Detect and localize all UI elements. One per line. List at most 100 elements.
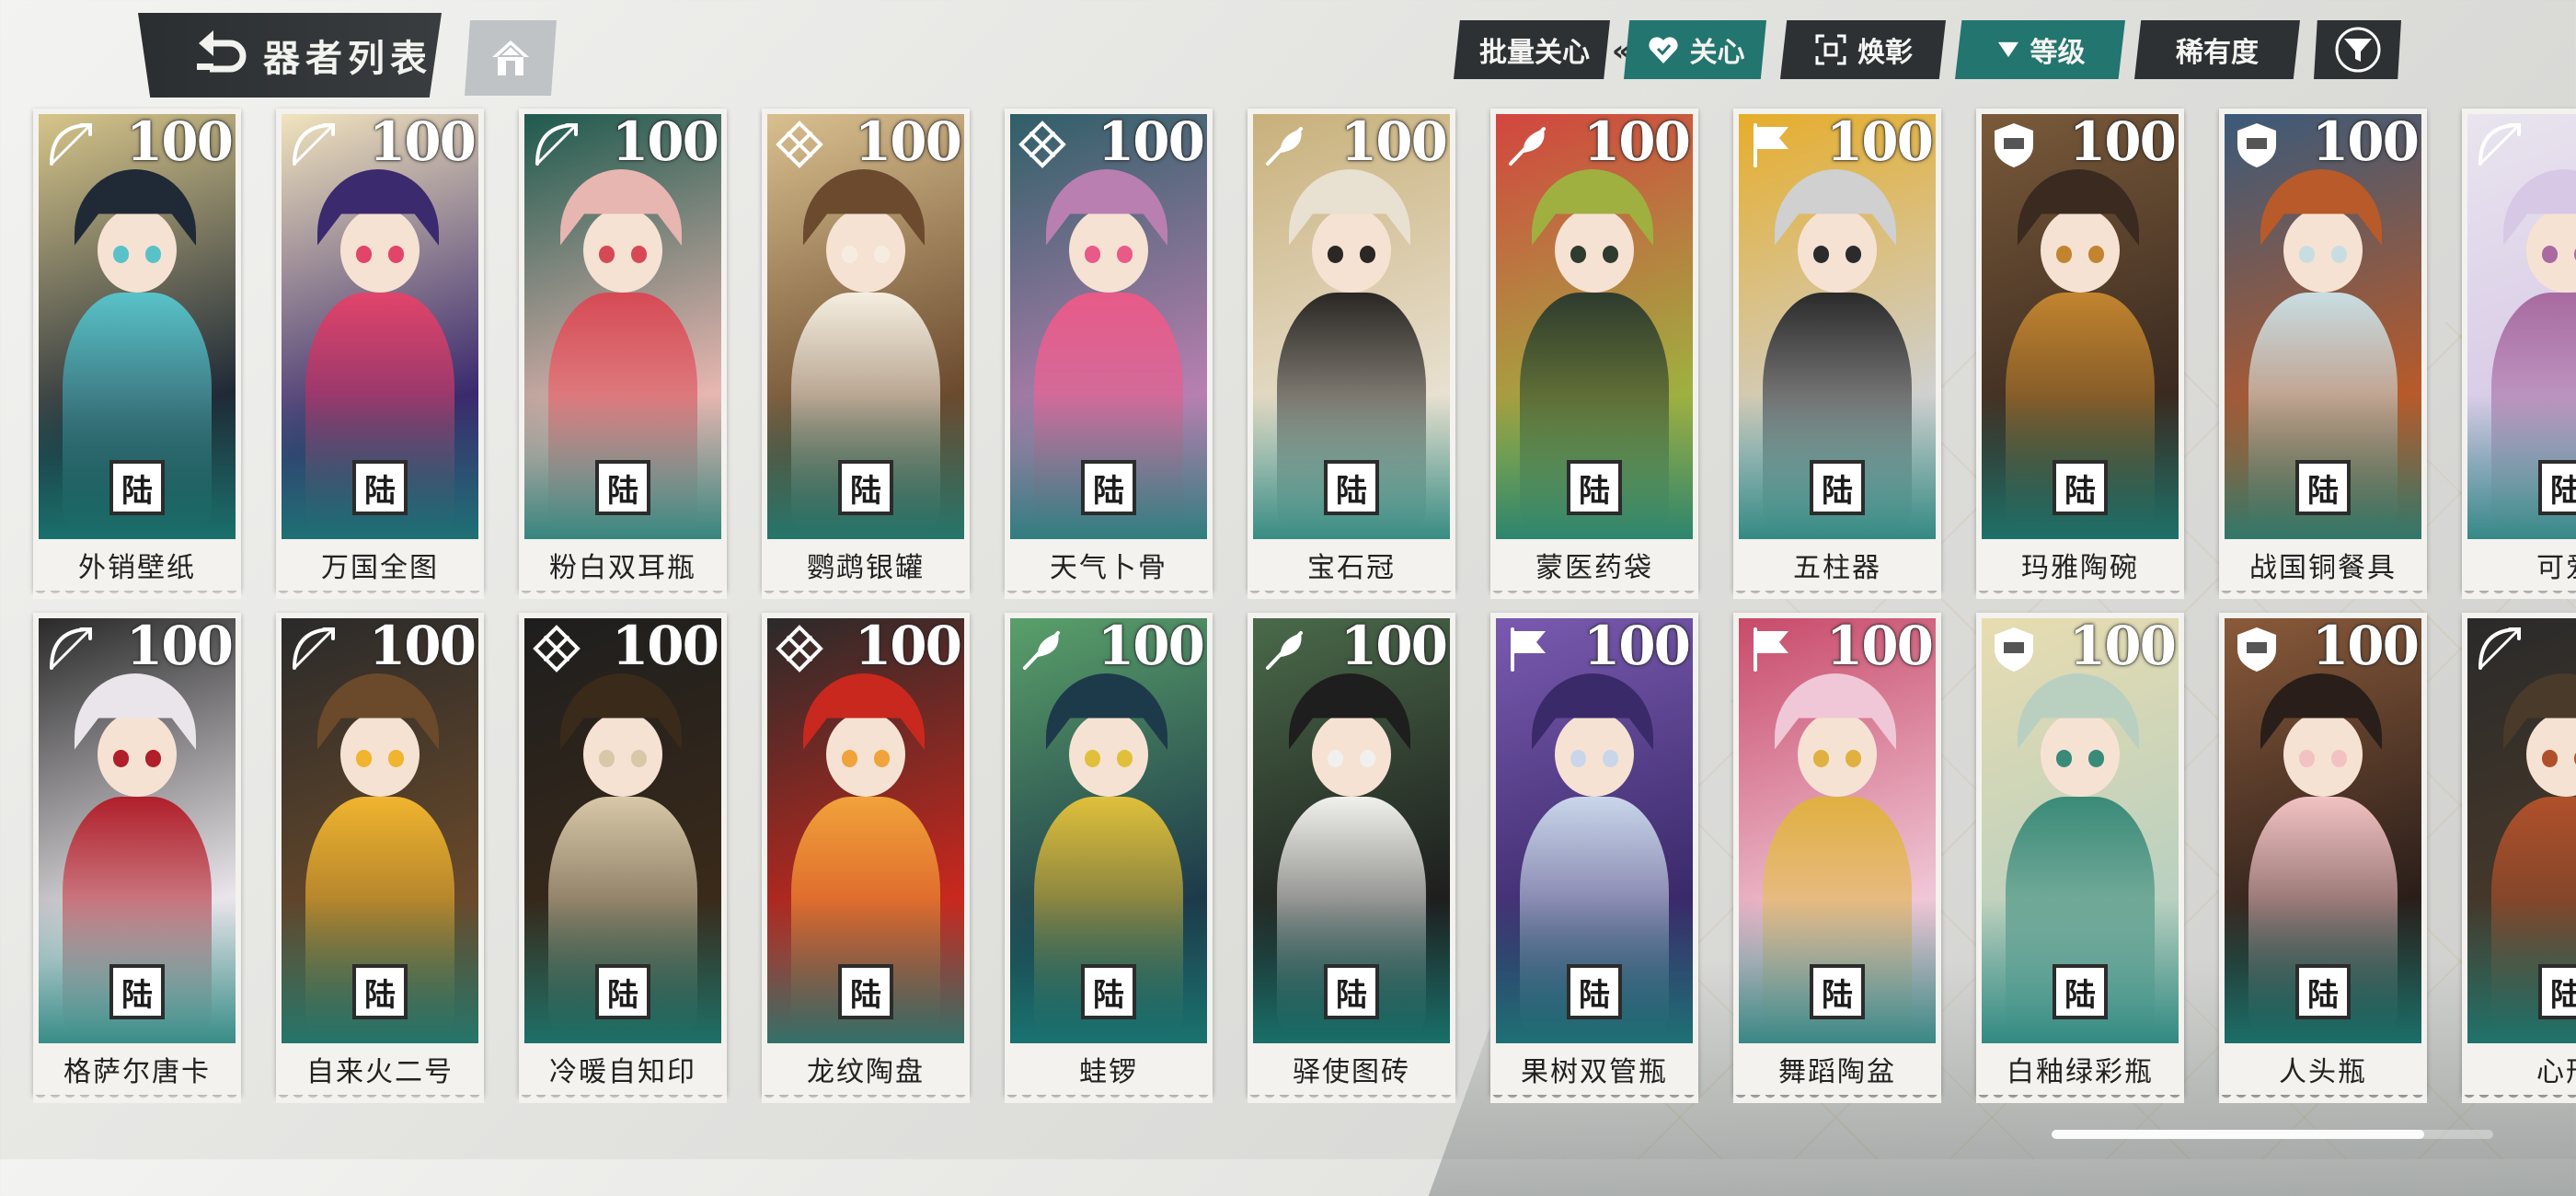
grade-seal: 陆 bbox=[1810, 964, 1865, 1019]
stamp-edge bbox=[762, 588, 970, 599]
grade-seal: 陆 bbox=[1810, 460, 1865, 515]
stamp-edge bbox=[519, 1092, 727, 1103]
grade-seal: 陆 bbox=[595, 964, 650, 1019]
vessel-card[interactable]: 100 陆 人头瓶 bbox=[2219, 613, 2427, 1103]
back-button[interactable]: 器者列表 bbox=[138, 13, 442, 98]
vessel-card[interactable]: 陆 心形 bbox=[2462, 613, 2576, 1103]
flag-icon bbox=[1754, 123, 1788, 167]
grade-seal: 陆 bbox=[1081, 964, 1136, 1019]
bow-icon bbox=[50, 123, 92, 166]
level-value: 100 bbox=[854, 110, 962, 173]
vessel-card[interactable]: 陆 可爱 bbox=[2462, 109, 2576, 599]
stamp-edge bbox=[1733, 588, 1941, 599]
vessel-card[interactable]: 100 陆 冷暖自知印 bbox=[519, 613, 727, 1103]
horizontal-scrollbar[interactable] bbox=[2052, 1130, 2493, 1139]
vessel-card[interactable]: 100 陆 自来火二号 bbox=[276, 613, 484, 1103]
top-bar: 器者列表 批量关心 « 关心 焕彰 等级 稀有度 bbox=[0, 0, 2576, 101]
care-button[interactable]: 关心 bbox=[1624, 20, 1766, 79]
grade-seal: 陆 bbox=[595, 460, 650, 515]
bow-icon bbox=[293, 627, 335, 670]
vessel-card[interactable]: 100 陆 玛雅陶碗 bbox=[1976, 109, 2184, 599]
vessel-name: 玛雅陶碗 bbox=[2021, 552, 2139, 584]
level-value: 100 bbox=[611, 110, 719, 173]
sort-rarity-button[interactable]: 稀有度 bbox=[2134, 20, 2300, 79]
vessel-name: 心形 bbox=[2536, 1056, 2576, 1088]
shield-icon bbox=[2237, 627, 2276, 672]
level-value: 100 bbox=[1097, 615, 1205, 677]
vessel-name: 万国全图 bbox=[321, 552, 439, 584]
triangle-down-icon bbox=[1997, 41, 2018, 58]
vessel-name: 天气卜骨 bbox=[1050, 552, 1167, 584]
stamp-edge bbox=[762, 1092, 970, 1103]
huanzhang-button[interactable]: 焕彰 bbox=[1780, 20, 1946, 79]
grade-seal: 陆 bbox=[2538, 460, 2576, 515]
stamp-edge bbox=[1005, 1092, 1213, 1103]
feather-icon bbox=[1023, 631, 1060, 670]
sort-level-button[interactable]: 等级 bbox=[1955, 20, 2125, 79]
grade-seal: 陆 bbox=[2295, 964, 2351, 1019]
vessel-name: 龙纹陶盘 bbox=[807, 1056, 925, 1088]
knot-icon bbox=[533, 625, 581, 673]
shield-icon bbox=[1995, 627, 2033, 672]
vessel-name: 战国铜餐具 bbox=[2249, 552, 2397, 584]
frame-icon bbox=[1815, 34, 1846, 65]
vessel-card[interactable]: 100 陆 鹦鹉银罐 bbox=[762, 109, 970, 599]
page-title: 器者列表 bbox=[263, 38, 432, 80]
stamp-edge bbox=[1248, 1092, 1455, 1103]
vessel-name: 可爱 bbox=[2536, 552, 2576, 584]
vessel-card[interactable]: 100 陆 龙纹陶盘 bbox=[762, 613, 970, 1103]
grade-seal: 陆 bbox=[1081, 460, 1136, 515]
stamp-edge bbox=[1248, 588, 1455, 599]
vessel-card[interactable]: 100 陆 外销壁纸 bbox=[33, 109, 241, 599]
flag-icon bbox=[1754, 627, 1788, 672]
batch-care-button[interactable]: 批量关心 bbox=[1454, 20, 1610, 79]
level-value: 100 bbox=[854, 615, 962, 677]
stamp-edge bbox=[1490, 588, 1698, 599]
vessel-name: 果树双管瓶 bbox=[1521, 1056, 1668, 1088]
vessel-card[interactable]: 100 陆 万国全图 bbox=[276, 109, 484, 599]
level-value: 100 bbox=[368, 615, 477, 677]
vessel-card[interactable]: 100 陆 果树双管瓶 bbox=[1490, 613, 1698, 1103]
vessel-name: 鹦鹉银罐 bbox=[807, 552, 925, 584]
level-value: 100 bbox=[125, 110, 234, 173]
vessel-card[interactable]: 100 陆 舞蹈陶盆 bbox=[1733, 613, 1941, 1103]
shield-icon bbox=[2237, 123, 2276, 167]
stamp-edge bbox=[33, 1092, 241, 1103]
vessel-card[interactable]: 100 陆 格萨尔唐卡 bbox=[33, 613, 241, 1103]
vessel-card[interactable]: 100 陆 天气卜骨 bbox=[1005, 109, 1213, 599]
grade-seal: 陆 bbox=[2053, 964, 2108, 1019]
scrollbar-thumb[interactable] bbox=[2052, 1130, 2424, 1139]
vessel-card[interactable]: 100 陆 粉白双耳瓶 bbox=[519, 109, 727, 599]
vessel-card[interactable]: 100 陆 蛙锣 bbox=[1005, 613, 1213, 1103]
vessel-card[interactable]: 100 陆 驿使图砖 bbox=[1248, 613, 1455, 1103]
stamp-edge bbox=[2462, 1092, 2576, 1103]
vessel-name: 自来火二号 bbox=[306, 1056, 454, 1088]
bow-icon bbox=[50, 627, 92, 670]
back-arrow-icon bbox=[197, 30, 247, 73]
filter-button[interactable] bbox=[2314, 20, 2401, 79]
grade-seal: 陆 bbox=[1324, 964, 1379, 1019]
grade-seal: 陆 bbox=[109, 460, 165, 515]
grade-seal: 陆 bbox=[109, 964, 165, 1019]
home-button[interactable] bbox=[465, 20, 557, 96]
flag-icon bbox=[1511, 627, 1546, 672]
rarity-label: 稀有度 bbox=[2176, 37, 2259, 69]
stamp-edge bbox=[1976, 588, 2184, 599]
knot-icon bbox=[776, 121, 823, 168]
grade-seal: 陆 bbox=[352, 964, 408, 1019]
level-value: 100 bbox=[2311, 615, 2420, 677]
vessel-card[interactable]: 100 陆 蒙医药袋 bbox=[1490, 109, 1698, 599]
vessel-card[interactable]: 100 陆 五柱器 bbox=[1733, 109, 1941, 599]
stamp-edge bbox=[276, 588, 484, 599]
care-label: 关心 bbox=[1689, 37, 1745, 69]
knot-icon bbox=[1018, 121, 1066, 168]
vessel-name: 粉白双耳瓶 bbox=[549, 552, 696, 584]
vessel-card[interactable]: 100 陆 宝石冠 bbox=[1248, 109, 1455, 599]
grade-seal: 陆 bbox=[2295, 460, 2351, 515]
vessel-card[interactable]: 100 陆 战国铜餐具 bbox=[2219, 109, 2427, 599]
vessel-card[interactable]: 100 陆 白釉绿彩瓶 bbox=[1976, 613, 2184, 1103]
level-value: 100 bbox=[1582, 615, 1691, 677]
vessel-name: 驿使图砖 bbox=[1293, 1056, 1410, 1088]
level-value: 100 bbox=[1340, 110, 1448, 173]
level-value: 100 bbox=[1825, 615, 1934, 677]
